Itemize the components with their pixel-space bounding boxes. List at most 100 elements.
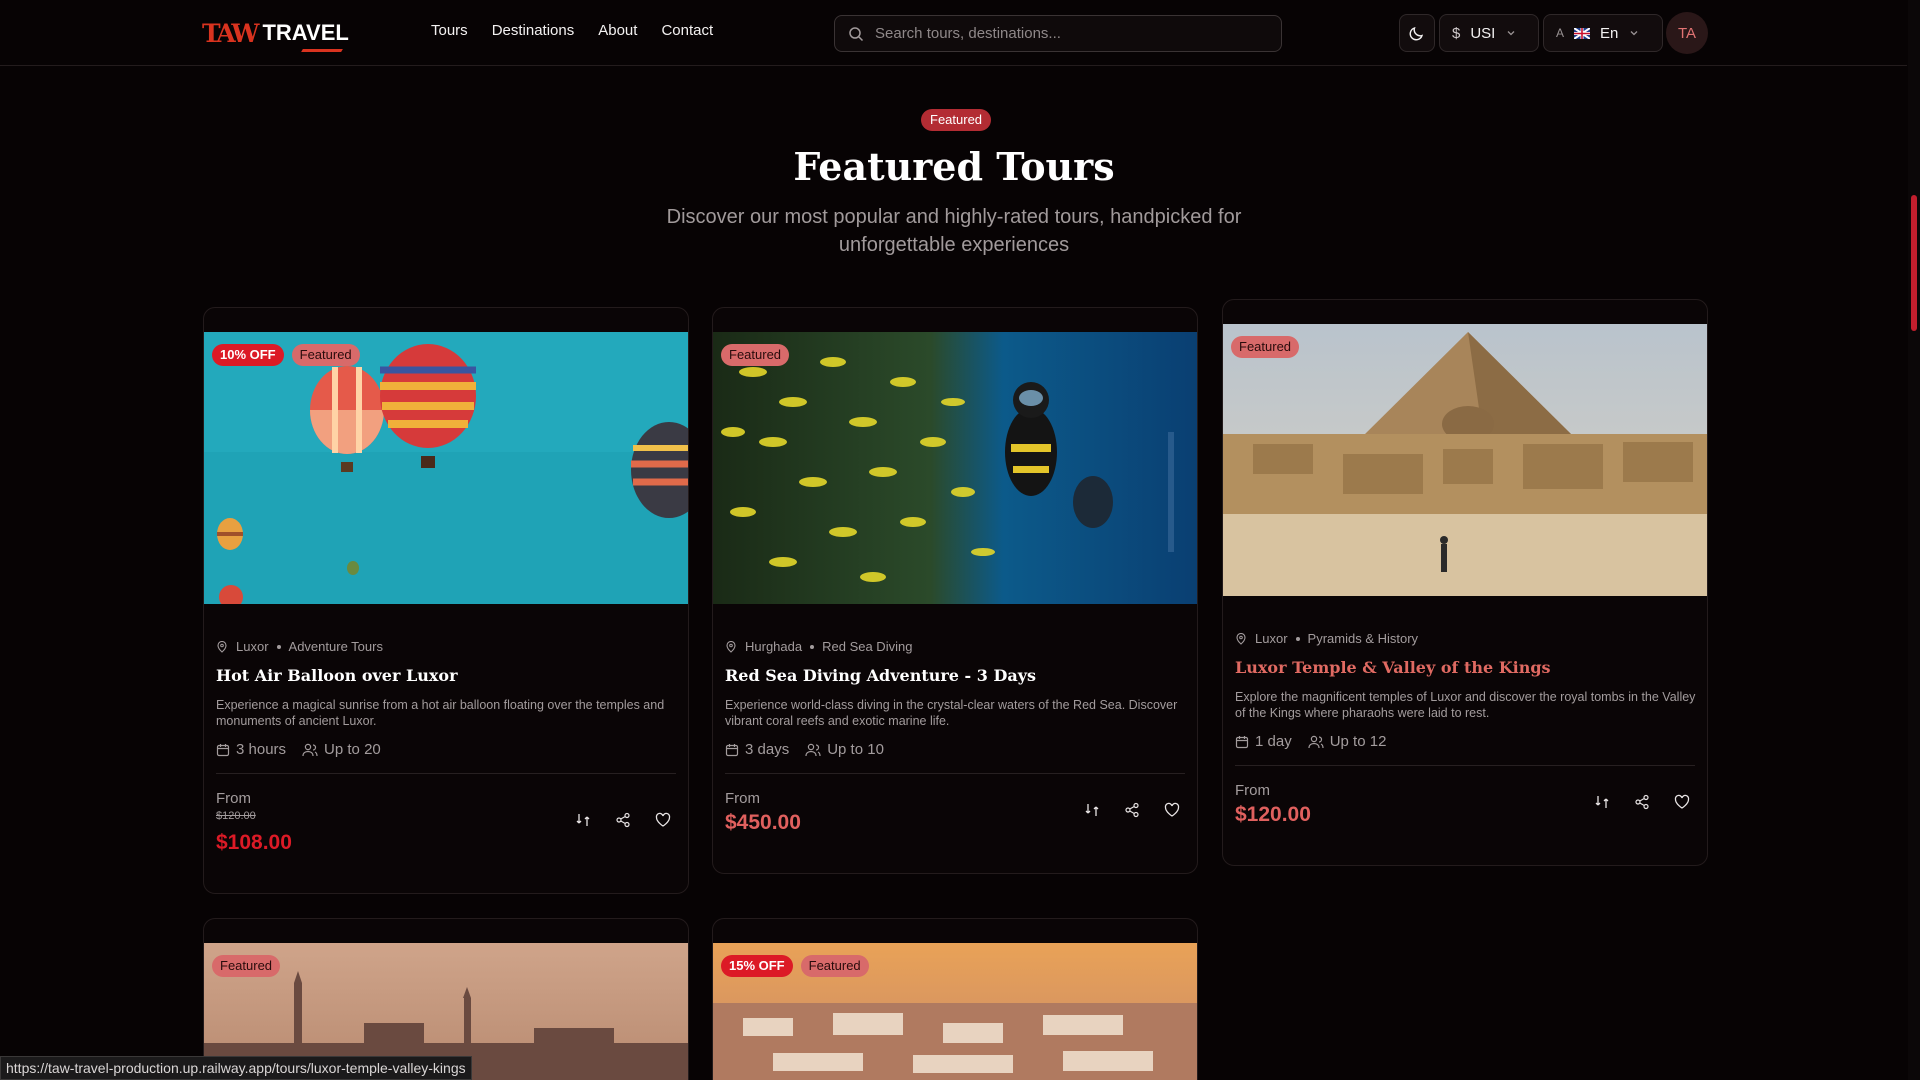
language-value: En: [1600, 24, 1619, 42]
scrollbar-thumb[interactable]: [1911, 195, 1917, 331]
card-divider: [216, 773, 676, 774]
scrollbar-track[interactable]: [1908, 0, 1920, 1080]
featured-badge: Featured: [1231, 336, 1300, 358]
translate-icon: A: [1556, 26, 1565, 40]
chevron-down-icon: [1507, 31, 1515, 36]
search-input[interactable]: Search tours, destinations...: [834, 15, 1282, 52]
card-actions: [574, 811, 672, 829]
card-description: Explore the magnificent temples of Luxor…: [1235, 690, 1696, 720]
card-price: $120.00: [1235, 803, 1311, 826]
from-label: From: [725, 790, 760, 807]
nav-contact[interactable]: Contact: [661, 22, 713, 39]
card-group-size: Up to 20: [324, 741, 381, 758]
card-group-size: Up to 10: [827, 741, 884, 758]
tour-card[interactable]: 15% OFF Featured: [712, 918, 1198, 1080]
nav-about[interactable]: About: [598, 22, 637, 39]
language-select[interactable]: A En: [1543, 14, 1663, 52]
card-facts: 3 hours Up to 20: [216, 741, 381, 758]
card-title[interactable]: Luxor Temple & Valley of the Kings: [1235, 658, 1551, 677]
tour-image-diving[interactable]: Featured: [713, 332, 1197, 604]
separator-dot: [1295, 636, 1300, 641]
separator-dot: [276, 644, 281, 649]
chevron-down-icon: [1630, 31, 1638, 36]
share-icon[interactable]: [614, 811, 632, 829]
users-icon: [805, 743, 821, 756]
separator-dot: [810, 644, 815, 649]
card-location: Luxor: [236, 639, 269, 654]
card-divider: [725, 773, 1185, 774]
card-category: Red Sea Diving: [822, 639, 913, 654]
card-actions: [1593, 793, 1691, 811]
card-duration: 3 days: [745, 741, 790, 758]
search-placeholder: Search tours, destinations...: [875, 25, 1061, 42]
heart-icon[interactable]: [1163, 801, 1181, 819]
card-actions: [1083, 801, 1181, 819]
user-avatar[interactable]: TA: [1666, 12, 1708, 54]
tour-card[interactable]: 10% OFF Featured Luxor Adventure Tours H…: [203, 307, 689, 894]
tour-image-marketplace[interactable]: 15% OFF Featured: [713, 943, 1197, 1080]
card-tags: 10% OFF Featured: [212, 344, 360, 366]
card-description: Experience a magical sunrise from a hot …: [216, 698, 665, 728]
card-divider: [1235, 765, 1695, 766]
from-label: From: [1235, 782, 1270, 799]
featured-badge: Featured: [212, 955, 281, 977]
currency-select[interactable]: $ USI: [1439, 14, 1539, 52]
calendar-icon: [216, 743, 230, 756]
card-category: Pyramids & History: [1307, 631, 1419, 646]
card-meta: Hurghada Red Sea Diving: [725, 639, 912, 654]
calendar-icon: [1235, 735, 1249, 748]
card-facts: 3 days Up to 10: [725, 741, 884, 758]
featured-badge: Featured: [800, 955, 869, 977]
compare-icon[interactable]: [574, 811, 592, 829]
calendar-icon: [725, 743, 739, 756]
card-tags: Featured: [1231, 336, 1300, 358]
original-price: $120.00: [216, 810, 256, 822]
uk-flag-icon: [1574, 27, 1591, 39]
tour-image-balloons[interactable]: 10% OFF Featured: [204, 332, 688, 604]
tour-card[interactable]: Featured Hurghada Red Sea Diving Red Sea…: [712, 307, 1198, 874]
share-icon[interactable]: [1633, 793, 1651, 811]
status-bar-url: https://taw-travel-production.up.railway…: [0, 1056, 472, 1080]
moon-icon: [1409, 26, 1424, 41]
users-icon: [302, 743, 318, 756]
map-pin-icon: [217, 640, 227, 653]
map-pin-icon: [726, 640, 736, 653]
dollar-icon: $: [1452, 24, 1461, 42]
card-duration: 1 day: [1255, 733, 1292, 750]
tour-image-pyramid[interactable]: Featured: [1223, 324, 1707, 596]
card-location: Luxor: [1255, 631, 1288, 646]
section-badge: Featured: [921, 109, 992, 131]
card-location: Hurghada: [745, 639, 803, 654]
users-icon: [1308, 735, 1324, 748]
card-tags: Featured: [721, 344, 790, 366]
heart-icon[interactable]: [1673, 793, 1691, 811]
top-navbar: TAW TRAVEL Tours Destinations About Cont…: [0, 0, 1907, 66]
currency-value: USI: [1470, 24, 1496, 42]
logo[interactable]: TAW TRAVEL: [202, 18, 349, 48]
card-title[interactable]: Red Sea Diving Adventure - 3 Days: [725, 666, 1036, 685]
from-label: From: [216, 790, 251, 807]
nav-destinations[interactable]: Destinations: [492, 22, 575, 39]
nav-tours[interactable]: Tours: [431, 22, 468, 39]
card-price: $108.00: [216, 831, 292, 854]
featured-badge: Featured: [291, 344, 360, 366]
logo-mark: TAW: [202, 18, 259, 48]
compare-icon[interactable]: [1593, 793, 1611, 811]
theme-toggle-button[interactable]: [1399, 14, 1435, 52]
tour-card[interactable]: Featured Luxor Pyramids & History Luxor …: [1222, 299, 1708, 866]
share-icon[interactable]: [1123, 801, 1141, 819]
featured-badge: Featured: [721, 344, 790, 366]
card-meta: Luxor Pyramids & History: [1235, 631, 1418, 646]
heart-icon[interactable]: [654, 811, 672, 829]
map-pin-icon: [1236, 632, 1246, 645]
card-group-size: Up to 12: [1329, 733, 1387, 750]
card-duration: 3 hours: [236, 741, 287, 758]
compare-icon[interactable]: [1083, 801, 1101, 819]
card-category: Adventure Tours: [288, 639, 383, 654]
card-description: Experience world-class diving in the cry…: [725, 698, 1178, 728]
logo-text: TRAVEL: [262, 20, 349, 45]
search-icon: [849, 27, 864, 42]
card-price: $450.00: [725, 811, 801, 834]
card-title[interactable]: Hot Air Balloon over Luxor: [216, 666, 458, 685]
main-nav: Tours Destinations About Contact: [431, 22, 713, 39]
